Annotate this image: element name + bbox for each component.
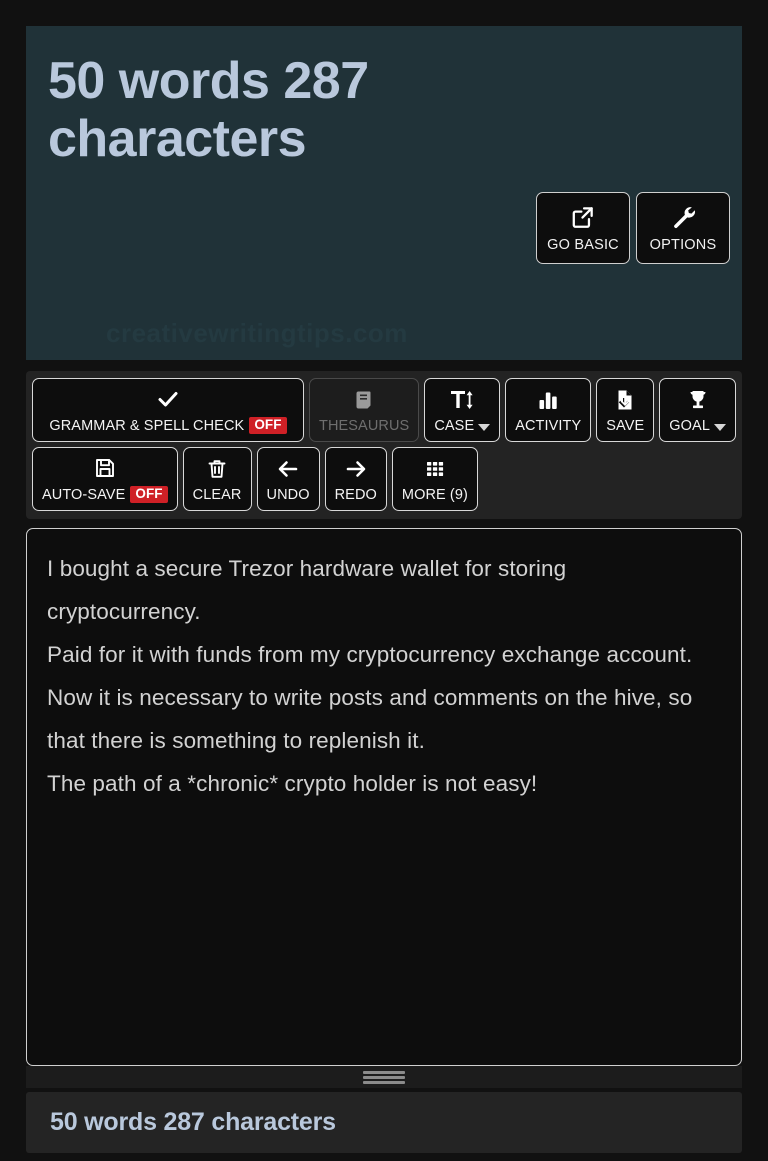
editor-resize-handle[interactable] xyxy=(26,1066,742,1088)
toolbar-row-1: GRAMMAR & SPELL CHECK OFF THESAURUS CASE… xyxy=(32,378,736,442)
redo-button[interactable]: REDO xyxy=(324,447,387,511)
external-link-icon xyxy=(570,204,596,230)
more-button[interactable]: MORE (9) xyxy=(391,447,478,511)
auto-save-label: AUTO-SAVE OFF xyxy=(42,485,168,504)
arrow-right-icon xyxy=(344,457,368,481)
book-icon xyxy=(352,388,376,412)
grip-lines-icon xyxy=(363,1070,405,1084)
case-text: CASE xyxy=(434,417,475,434)
grammar-spell-check-label: GRAMMAR & SPELL CHECK OFF xyxy=(49,416,287,435)
wrench-icon xyxy=(670,204,696,230)
goal-text: GOAL xyxy=(669,417,710,434)
floppy-disk-icon xyxy=(93,456,117,480)
text-editor[interactable]: I bought a secure Trezor hardware wallet… xyxy=(26,528,742,1066)
options-label: OPTIONS xyxy=(649,236,717,253)
undo-label: UNDO xyxy=(266,486,310,503)
options-button[interactable]: OPTIONS xyxy=(636,192,730,264)
auto-save-status-badge: OFF xyxy=(130,485,168,504)
header-button-group: GO BASIC OPTIONS xyxy=(536,192,730,264)
chevron-down-icon xyxy=(478,424,491,431)
grid-icon xyxy=(423,457,447,481)
goal-label: GOAL xyxy=(669,418,726,434)
undo-button[interactable]: UNDO xyxy=(256,447,320,511)
app-root: 50 words 287 characters creativewritingt… xyxy=(0,0,768,1161)
editor-toolbar: GRAMMAR & SPELL CHECK OFF THESAURUS CASE… xyxy=(26,371,742,519)
go-basic-button[interactable]: GO BASIC xyxy=(536,192,630,264)
trophy-icon xyxy=(686,388,710,412)
header-watermark: creativewritingtips.com xyxy=(106,318,408,348)
footer-word-count: 50 words 287 characters xyxy=(50,1108,336,1136)
redo-label: REDO xyxy=(334,486,377,503)
file-download-icon xyxy=(613,388,637,412)
go-basic-label: GO BASIC xyxy=(547,236,619,253)
more-label: MORE (9) xyxy=(401,486,468,503)
arrow-left-icon xyxy=(276,457,300,481)
grammar-spell-check-text: GRAMMAR & SPELL CHECK xyxy=(49,417,245,434)
editor-content[interactable]: I bought a secure Trezor hardware wallet… xyxy=(47,547,721,805)
footer-panel: 50 words 287 characters xyxy=(26,1092,742,1153)
thesaurus-button[interactable]: THESAURUS xyxy=(308,378,420,442)
bar-chart-icon xyxy=(536,388,560,412)
save-button[interactable]: SAVE xyxy=(596,378,655,442)
activity-label: ACTIVITY xyxy=(515,417,582,434)
grammar-status-badge: OFF xyxy=(249,416,287,435)
chevron-down-icon xyxy=(714,424,726,431)
auto-save-button[interactable]: AUTO-SAVE OFF xyxy=(32,447,178,511)
trash-icon xyxy=(205,457,229,481)
toolbar-row-2: AUTO-SAVE OFF CLEAR UNDO REDO MORE (9) xyxy=(32,447,736,511)
clear-button[interactable]: CLEAR xyxy=(182,447,252,511)
goal-button[interactable]: GOAL xyxy=(659,378,736,442)
grammar-spell-check-button[interactable]: GRAMMAR & SPELL CHECK OFF xyxy=(32,378,304,442)
text-case-icon xyxy=(449,388,475,412)
case-label: CASE xyxy=(434,417,491,434)
save-label: SAVE xyxy=(606,417,645,434)
auto-save-text: AUTO-SAVE xyxy=(42,486,126,503)
header-panel: 50 words 287 characters creativewritingt… xyxy=(26,26,742,360)
thesaurus-label: THESAURUS xyxy=(318,417,410,434)
header-word-count: 50 words 287 characters xyxy=(48,52,369,169)
case-button[interactable]: CASE xyxy=(424,378,501,442)
clear-label: CLEAR xyxy=(192,486,242,503)
activity-button[interactable]: ACTIVITY xyxy=(505,378,592,442)
checkmark-icon xyxy=(156,387,180,411)
